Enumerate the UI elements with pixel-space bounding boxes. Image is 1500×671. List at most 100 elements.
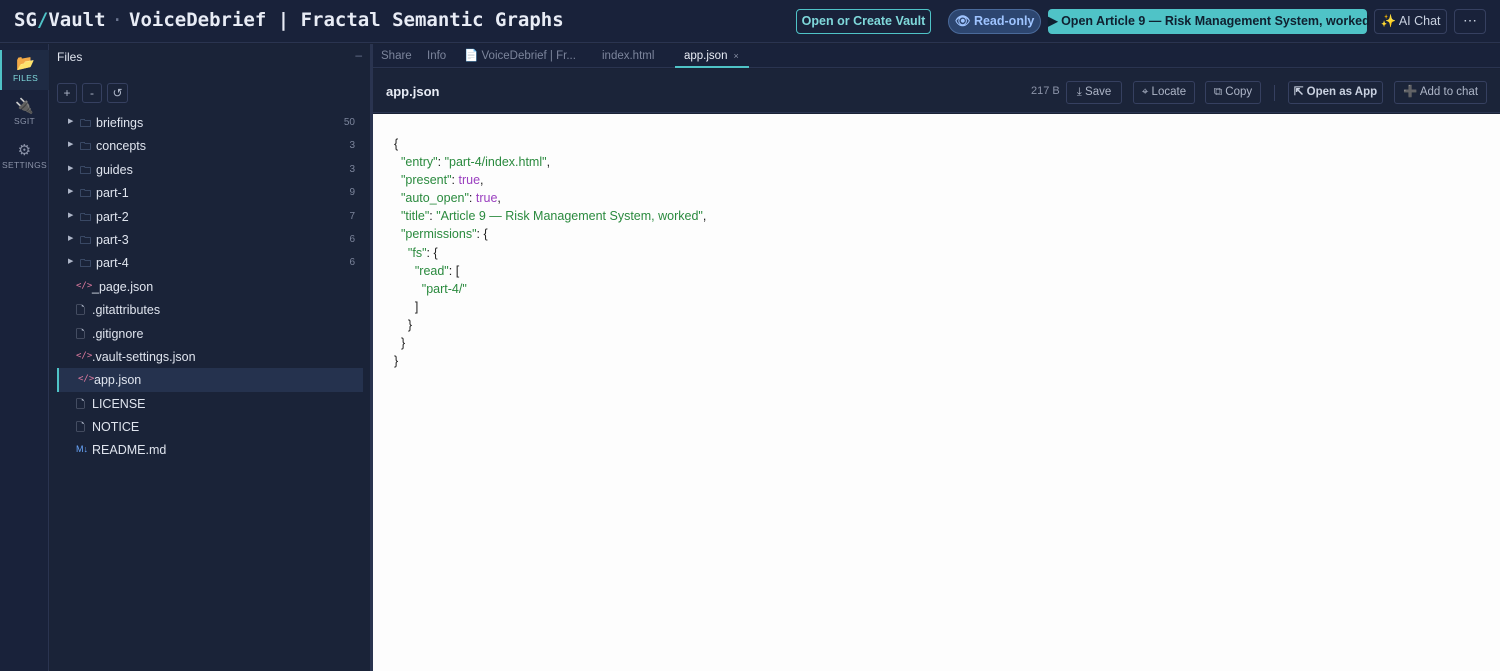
tree-folder[interactable]: ▶ 🗀 part-2 7 <box>57 205 363 228</box>
code-line: } <box>394 354 399 369</box>
document-icon: 🗋 <box>76 422 85 435</box>
rail-sgit-label: SGIT <box>13 116 36 126</box>
chevron-right-icon[interactable]: ▶ <box>68 257 73 265</box>
json-code: { "entry": "part-4/index.html", "present… <box>394 135 706 370</box>
tab-voicedebrief[interactable]: 📄 VoiceDebrief | Fr... <box>464 44 584 68</box>
vault-title: VoiceDebrief | Fractal Semantic Graphs <box>129 9 564 31</box>
refresh-button[interactable]: ↺ <box>107 83 128 103</box>
save-button[interactable]: ⤓ Save <box>1066 81 1122 104</box>
folder-icon: 🗀 <box>80 258 91 271</box>
tab-app-json[interactable]: app.json × <box>675 44 749 68</box>
tree-file[interactable]: </> _page.json <box>57 275 363 298</box>
file-tree: ▶ 🗀 briefings 50 ▶ 🗀 concepts 3 ▶ 🗀 guides 3 ▶ 🗀 part-… <box>57 111 363 462</box>
tree-item-label: _page.json <box>92 279 154 294</box>
tree-item-label: .vault-settings.json <box>92 349 196 364</box>
brand-prefix: SG <box>14 9 37 31</box>
plug-icon: 🔌 <box>15 98 34 115</box>
chevron-right-icon[interactable]: ▶ <box>68 140 73 148</box>
chevron-right-icon[interactable]: ▶ <box>68 164 73 172</box>
code-line: "entry": "part-4/index.html", <box>400 155 551 170</box>
tree-folder[interactable]: ▶ 🗀 concepts 3 <box>57 134 363 157</box>
json-string: "Article 9 — Risk Management System, wor… <box>436 209 703 224</box>
code-line: } <box>394 317 413 332</box>
code-editor[interactable]: { "entry": "part-4/index.html", "present… <box>373 114 1500 671</box>
remove-file-button[interactable]: - <box>82 83 102 103</box>
folder-open-icon: 📂 <box>16 55 35 72</box>
tree-item-label: part-4 <box>96 256 129 271</box>
locate-button[interactable]: ⌖ Locate <box>1133 81 1195 104</box>
tree-item-label: app.json <box>94 373 142 388</box>
tree-file[interactable]: 🗋 LICENSE <box>57 392 363 415</box>
chevron-right-icon[interactable]: ▶ <box>68 187 73 195</box>
tree-file[interactable]: </> app.json <box>57 368 363 392</box>
json-key: "auto_open" <box>400 191 469 206</box>
tab-index-html[interactable]: index.html <box>602 44 668 68</box>
tree-file[interactable]: 🗋 NOTICE <box>57 415 363 438</box>
tree-folder[interactable]: ▶ 🗀 part-3 6 <box>57 228 363 251</box>
tab-info-label: Info <box>427 50 447 62</box>
tree-folder[interactable]: ▶ 🗀 part-1 9 <box>57 181 363 204</box>
tab-share[interactable]: Share <box>381 44 417 68</box>
tree-folder[interactable]: ▶ 🗀 guides 3 <box>57 158 363 181</box>
code-file-icon: </> <box>76 350 93 361</box>
chevron-right-icon[interactable]: ▶ <box>68 117 73 125</box>
code-file-icon: </> <box>76 280 93 291</box>
tree-file[interactable]: 🗋 .gitattributes <box>57 298 363 321</box>
tree-file[interactable]: 🗋 .gitignore <box>57 322 363 345</box>
tab-index-html-label: index.html <box>602 50 655 62</box>
code-line: } <box>394 336 406 351</box>
folder-icon: 🗀 <box>80 188 91 201</box>
json-string: "part-4/index.html" <box>444 155 547 170</box>
tree-folder[interactable]: ▶ 🗀 briefings 50 <box>57 111 363 134</box>
files-panel-minimize-button[interactable]: – <box>355 48 362 62</box>
code-file-icon: </> <box>78 374 95 385</box>
file-header: app.json 217 B ⤓ Save ⌖ Locate ⧉ Copy ⇱ … <box>373 69 1500 113</box>
tab-info[interactable]: Info <box>427 44 455 68</box>
document-icon: 🗋 <box>76 328 85 341</box>
rail-files-label: FILES <box>12 73 39 83</box>
item-count-badge: 6 <box>349 257 355 269</box>
tree-folder[interactable]: ▶ 🗀 part-4 6 <box>57 251 363 274</box>
code-line: "title": "Article 9 — Risk Management Sy… <box>400 209 707 224</box>
copy-button[interactable]: ⧉ Copy <box>1205 81 1261 104</box>
item-count-badge: 6 <box>349 233 355 245</box>
item-count-badge: 7 <box>349 210 355 222</box>
add-to-chat-button[interactable]: ➕ Add to chat <box>1394 81 1487 104</box>
rail-files[interactable]: 📂 FILES <box>0 50 49 90</box>
code-line: "read": [ <box>414 263 460 278</box>
tree-file[interactable]: M↓ README.md <box>57 438 363 461</box>
tree-file[interactable]: </> .vault-settings.json <box>57 345 363 368</box>
item-count-badge: 9 <box>349 187 355 199</box>
chevron-right-icon[interactable]: ▶ <box>68 234 73 242</box>
toolbar-divider <box>1274 85 1275 101</box>
read-only-badge[interactable]: 👁 Read-only <box>948 9 1041 34</box>
item-count-badge: 3 <box>349 163 355 175</box>
chevron-right-icon[interactable]: ▶ <box>68 211 73 219</box>
brace: { <box>394 137 399 151</box>
top-bar: SG/Vault · VoiceDebrief | Fractal Semantic… <box>0 0 1500 43</box>
json-key: "read" <box>414 263 449 278</box>
ai-chat-button[interactable]: ✨ AI Chat <box>1374 9 1447 34</box>
rail-settings[interactable]: ⚙ SETTINGS <box>0 142 49 170</box>
open-article-button[interactable]: ▶ Open Article 9 — Risk Management Syste… <box>1048 9 1370 34</box>
json-boolean: true <box>475 191 498 206</box>
app-brand: SG/Vault · VoiceDebrief | Fractal Semantic… <box>14 9 564 31</box>
brand-slash: / <box>36 9 49 31</box>
tab-voicedebrief-label: 📄 VoiceDebrief | Fr... <box>464 50 576 62</box>
json-key: "entry" <box>400 155 438 170</box>
tree-item-label: part-1 <box>96 186 129 201</box>
tree-item-label: guides <box>96 162 133 177</box>
code-line: "present": true, <box>400 173 484 188</box>
rail-sgit[interactable]: 🔌 SGIT <box>0 98 49 126</box>
open-create-vault-button[interactable]: Open or Create Vault <box>796 9 931 34</box>
editor-tabs: Share Info 📄 VoiceDebrief | Fr... index.… <box>373 44 1500 68</box>
code-line: "part-4/" <box>394 280 706 298</box>
code-line: "permissions": { <box>400 227 488 242</box>
activity-rail: 📂 FILES 🔌 SGIT ⚙ SETTINGS <box>0 44 49 671</box>
open-as-app-button[interactable]: ⇱ Open as App <box>1288 81 1383 104</box>
files-panel-title: Files <box>57 50 83 64</box>
more-menu-button[interactable]: ⋯ <box>1454 9 1486 34</box>
close-icon[interactable]: × <box>733 51 738 61</box>
add-file-button[interactable]: + <box>57 83 77 103</box>
item-count-badge: 3 <box>349 140 355 152</box>
